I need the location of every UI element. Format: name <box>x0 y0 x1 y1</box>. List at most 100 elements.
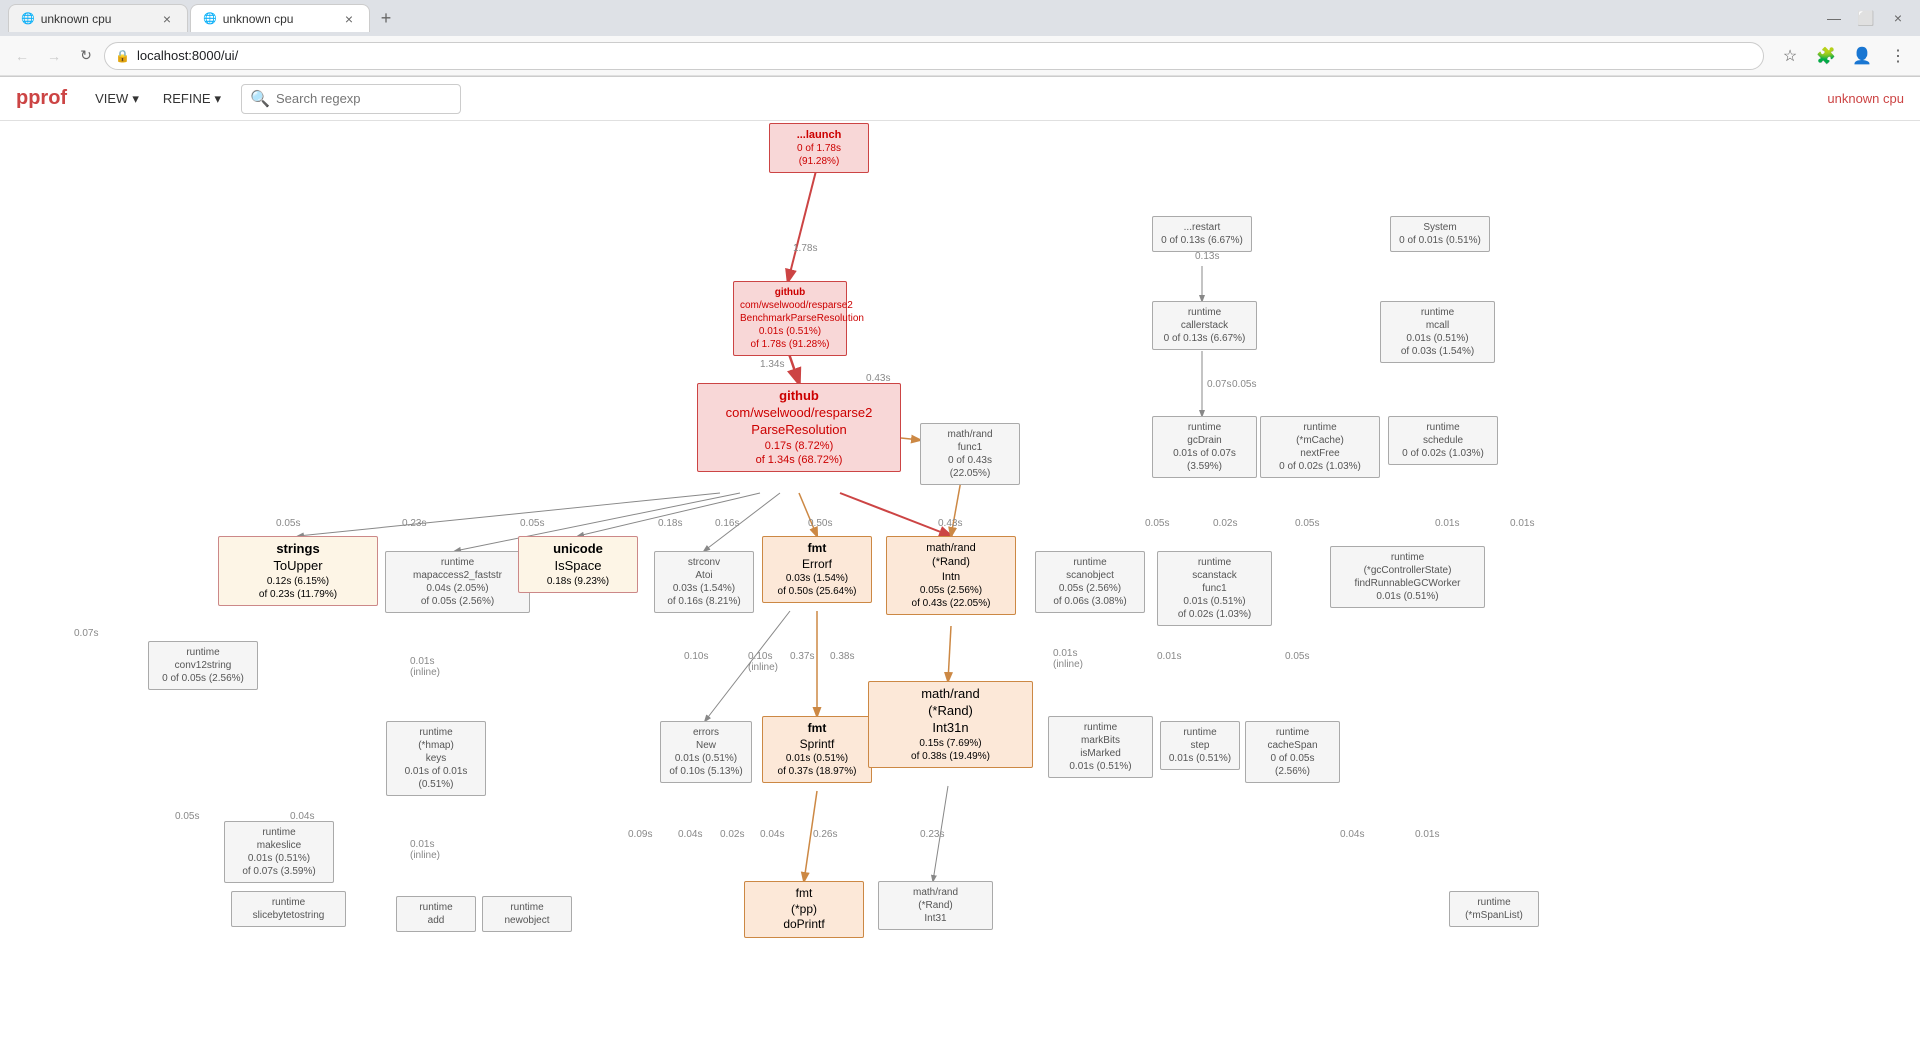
tab-title-2: unknown cpu <box>223 12 294 26</box>
node-strconv-atoi[interactable]: strconv Atoi 0.03s (1.54%) of 0.16s (8.2… <box>654 551 754 613</box>
security-lock-icon: 🔒 <box>115 49 130 63</box>
edge-label-2: 1.34s <box>760 359 784 370</box>
node-runtime-mspanlist[interactable]: runtime (*mSpanList) <box>1449 891 1539 927</box>
node-github-benchmark[interactable]: github com/wselwood/resparse2 BenchmarkP… <box>733 281 847 356</box>
node-math-rand-intn[interactable]: math/rand (*Rand) Intn 0.05s (2.56%) of … <box>886 536 1016 615</box>
node-math-rand-int31n[interactable]: math/rand (*Rand) Int31n 0.15s (7.69%) o… <box>868 681 1033 768</box>
app-toolbar: pprof VIEW ▾ REFINE ▾ 🔍 unknown cpu <box>0 77 1920 121</box>
edge-label-r2: 0.07s <box>1207 379 1231 390</box>
nav-right-controls: ☆ 🧩 👤 ⋮ <box>1776 42 1912 70</box>
user-label[interactable]: unknown cpu <box>1827 91 1904 106</box>
extra-label-8: 0.01s(inline) <box>410 839 440 861</box>
node-math-rand-func[interactable]: math/rand func1 0 of 0.43s (22.05%) <box>920 423 1020 485</box>
node-github-parse[interactable]: github com/wselwood/resparse2 ParseResol… <box>697 383 901 472</box>
inline-label-1: 0.01s(inline) <box>410 656 440 678</box>
node-runtime-scanobject[interactable]: runtime scanobject 0.05s (2.56%) of 0.06… <box>1035 551 1145 613</box>
node-runtime-markbits[interactable]: runtime markBits isMarked 0.01s (0.51%) <box>1048 716 1153 778</box>
edge-label-15: 0.23s <box>920 829 944 840</box>
extensions-button[interactable]: 🧩 <box>1812 42 1840 70</box>
node-errors-new[interactable]: errors New 0.01s (0.51%) of 0.10s (5.13%… <box>660 721 752 783</box>
node-gc-controller[interactable]: runtime (*gcControllerState) findRunnabl… <box>1330 546 1485 608</box>
edge-label-13: 0.38s <box>830 651 854 662</box>
inline-label-3: 0.01s(inline) <box>1053 648 1083 670</box>
node-runtime-slicebytetostring[interactable]: runtime slicebytetostring <box>231 891 346 927</box>
search-box[interactable]: 🔍 <box>241 84 461 114</box>
menu-button[interactable]: ⋮ <box>1884 42 1912 70</box>
back-button[interactable]: ← <box>8 42 36 70</box>
bookmark-button[interactable]: ☆ <box>1776 42 1804 70</box>
search-input[interactable] <box>276 91 452 106</box>
node-runtime-gcdrain[interactable]: runtime gcDrain 0.01s of 0.07s (3.59%) <box>1152 416 1257 478</box>
edge-label-r3: 0.05s <box>1232 379 1256 390</box>
tab-1[interactable]: 🌐 unknown cpu × <box>8 4 188 32</box>
app-logo: pprof <box>16 87 67 110</box>
node-runtime-keys[interactable]: runtime (*hmap) keys 0.01s of 0.01s (0.5… <box>386 721 486 796</box>
view-menu-button[interactable]: VIEW ▾ <box>87 87 147 111</box>
edge-label-11: 0.37s <box>790 651 814 662</box>
close-button[interactable]: × <box>1884 4 1912 32</box>
node-runtime-mapaccess2[interactable]: runtime mapaccess2_faststr 0.04s (2.05%)… <box>385 551 530 613</box>
minimize-button[interactable]: — <box>1820 4 1848 32</box>
edge-label-r10: 0.05s <box>1285 651 1309 662</box>
edge-label-r5: 0.02s <box>1213 518 1237 529</box>
edge-label-r8: 0.01s <box>1510 518 1534 529</box>
maximize-button[interactable]: ⬜ <box>1852 4 1880 32</box>
edge-label-6: 0.05s <box>520 518 544 529</box>
refine-menu-button[interactable]: REFINE ▾ <box>155 87 229 111</box>
graph-container: 1.78s 1.34s 0.43s 0.05s 0.23s 0.05s 0.18… <box>0 121 1920 1021</box>
node-runtime-conv12string[interactable]: runtime conv12string 0 of 0.05s (2.56%) <box>148 641 258 690</box>
node-math-rand-int31[interactable]: math/rand (*Rand) Int31 <box>878 881 993 930</box>
node-system[interactable]: System 0 of 0.01s (0.51%) <box>1390 216 1490 252</box>
edge-label-5: 0.23s <box>402 518 426 529</box>
tab-2[interactable]: 🌐 unknown cpu × <box>190 4 370 32</box>
edge-label-4: 0.05s <box>276 518 300 529</box>
edge-label-r1: 0.13s <box>1195 251 1219 262</box>
tab-icon-2: 🌐 <box>203 12 217 25</box>
view-chevron-icon: ▾ <box>132 91 139 107</box>
tab-icon-1: 🌐 <box>21 12 35 25</box>
node-restart[interactable]: ...restart 0 of 0.13s (6.67%) <box>1152 216 1252 252</box>
edge-label-10: 0.43s <box>938 518 962 529</box>
toolbar-menu: VIEW ▾ REFINE ▾ <box>87 87 229 111</box>
node-runtime-scanstack[interactable]: runtime scanstack func1 0.01s (0.51%) of… <box>1157 551 1272 626</box>
browser-chrome: 🌐 unknown cpu × 🌐 unknown cpu × + — ⬜ × … <box>0 0 1920 77</box>
url-display: localhost:8000/ui/ <box>137 48 238 63</box>
node-fmt-doprintf[interactable]: fmt (*pp) doPrintf <box>744 881 864 938</box>
node-fmt-sprintf[interactable]: fmt Sprintf 0.01s (0.51%) of 0.37s (18.9… <box>762 716 872 783</box>
tab-bar: 🌐 unknown cpu × 🌐 unknown cpu × + — ⬜ × <box>0 0 1920 36</box>
node-runtime-cachespan[interactable]: runtime cacheSpan 0 of 0.05s (2.56%) <box>1245 721 1340 783</box>
node-runtime-newobject[interactable]: runtime newobject <box>482 896 572 932</box>
tab-close-1[interactable]: × <box>159 9 175 29</box>
extra-label-5: 0.04s <box>678 829 702 840</box>
edge-label-r6: 0.05s <box>1295 518 1319 529</box>
node-fmt-errorf[interactable]: fmt Errorf 0.03s (1.54%) of 0.50s (25.64… <box>762 536 872 603</box>
node-runtime-nextfree[interactable]: runtime (*mCache) nextFree 0 of 0.02s (1… <box>1260 416 1380 478</box>
node-runtime-step[interactable]: runtime step 0.01s (0.51%) <box>1160 721 1240 770</box>
inline-label-2: 0.10s(inline) <box>748 651 778 673</box>
node-runtime-schedule[interactable]: runtime schedule 0 of 0.02s (1.03%) <box>1388 416 1498 465</box>
node-runtime-callstack[interactable]: runtime callerstack 0 of 0.13s (6.67%) <box>1152 301 1257 350</box>
nav-bar: ← → ↻ 🔒 localhost:8000/ui/ ☆ 🧩 👤 ⋮ <box>0 36 1920 76</box>
node-unicode-isspace[interactable]: unicode IsSpace 0.18s (9.23%) <box>518 536 638 593</box>
edge-label-1: 1.78s <box>793 243 817 254</box>
tab-close-2[interactable]: × <box>341 9 357 29</box>
forward-button[interactable]: → <box>40 42 68 70</box>
main-content[interactable]: 1.78s 1.34s 0.43s 0.05s 0.23s 0.05s 0.18… <box>0 121 1920 1041</box>
tab-title-1: unknown cpu <box>41 12 112 26</box>
edge-label-14: 0.26s <box>813 829 837 840</box>
new-tab-button[interactable]: + <box>372 4 400 32</box>
edge-label-r4: 0.05s <box>1145 518 1169 529</box>
extra-label-6: 0.02s <box>720 829 744 840</box>
node-runtime-makeslice[interactable]: runtime makeslice 0.01s (0.51%) of 0.07s… <box>224 821 334 883</box>
node-runtime-mcall[interactable]: runtime mcall 0.01s (0.51%) of 0.03s (1.… <box>1380 301 1495 363</box>
extra-label-1: 0.07s <box>74 628 98 639</box>
edge-label-r9: 0.01s <box>1157 651 1181 662</box>
node-launch[interactable]: ...launch 0 of 1.78s (91.28%) <box>769 123 869 173</box>
edge-label-12: 0.10s <box>684 651 708 662</box>
profile-button[interactable]: 👤 <box>1848 42 1876 70</box>
node-runtime-add[interactable]: runtime add <box>396 896 476 932</box>
extra-label-2: 0.04s <box>290 811 314 822</box>
node-strings-toupper[interactable]: strings ToUpper 0.12s (6.15%) of 0.23s (… <box>218 536 378 606</box>
refresh-button[interactable]: ↻ <box>72 42 100 70</box>
address-bar[interactable]: 🔒 localhost:8000/ui/ <box>104 42 1764 70</box>
